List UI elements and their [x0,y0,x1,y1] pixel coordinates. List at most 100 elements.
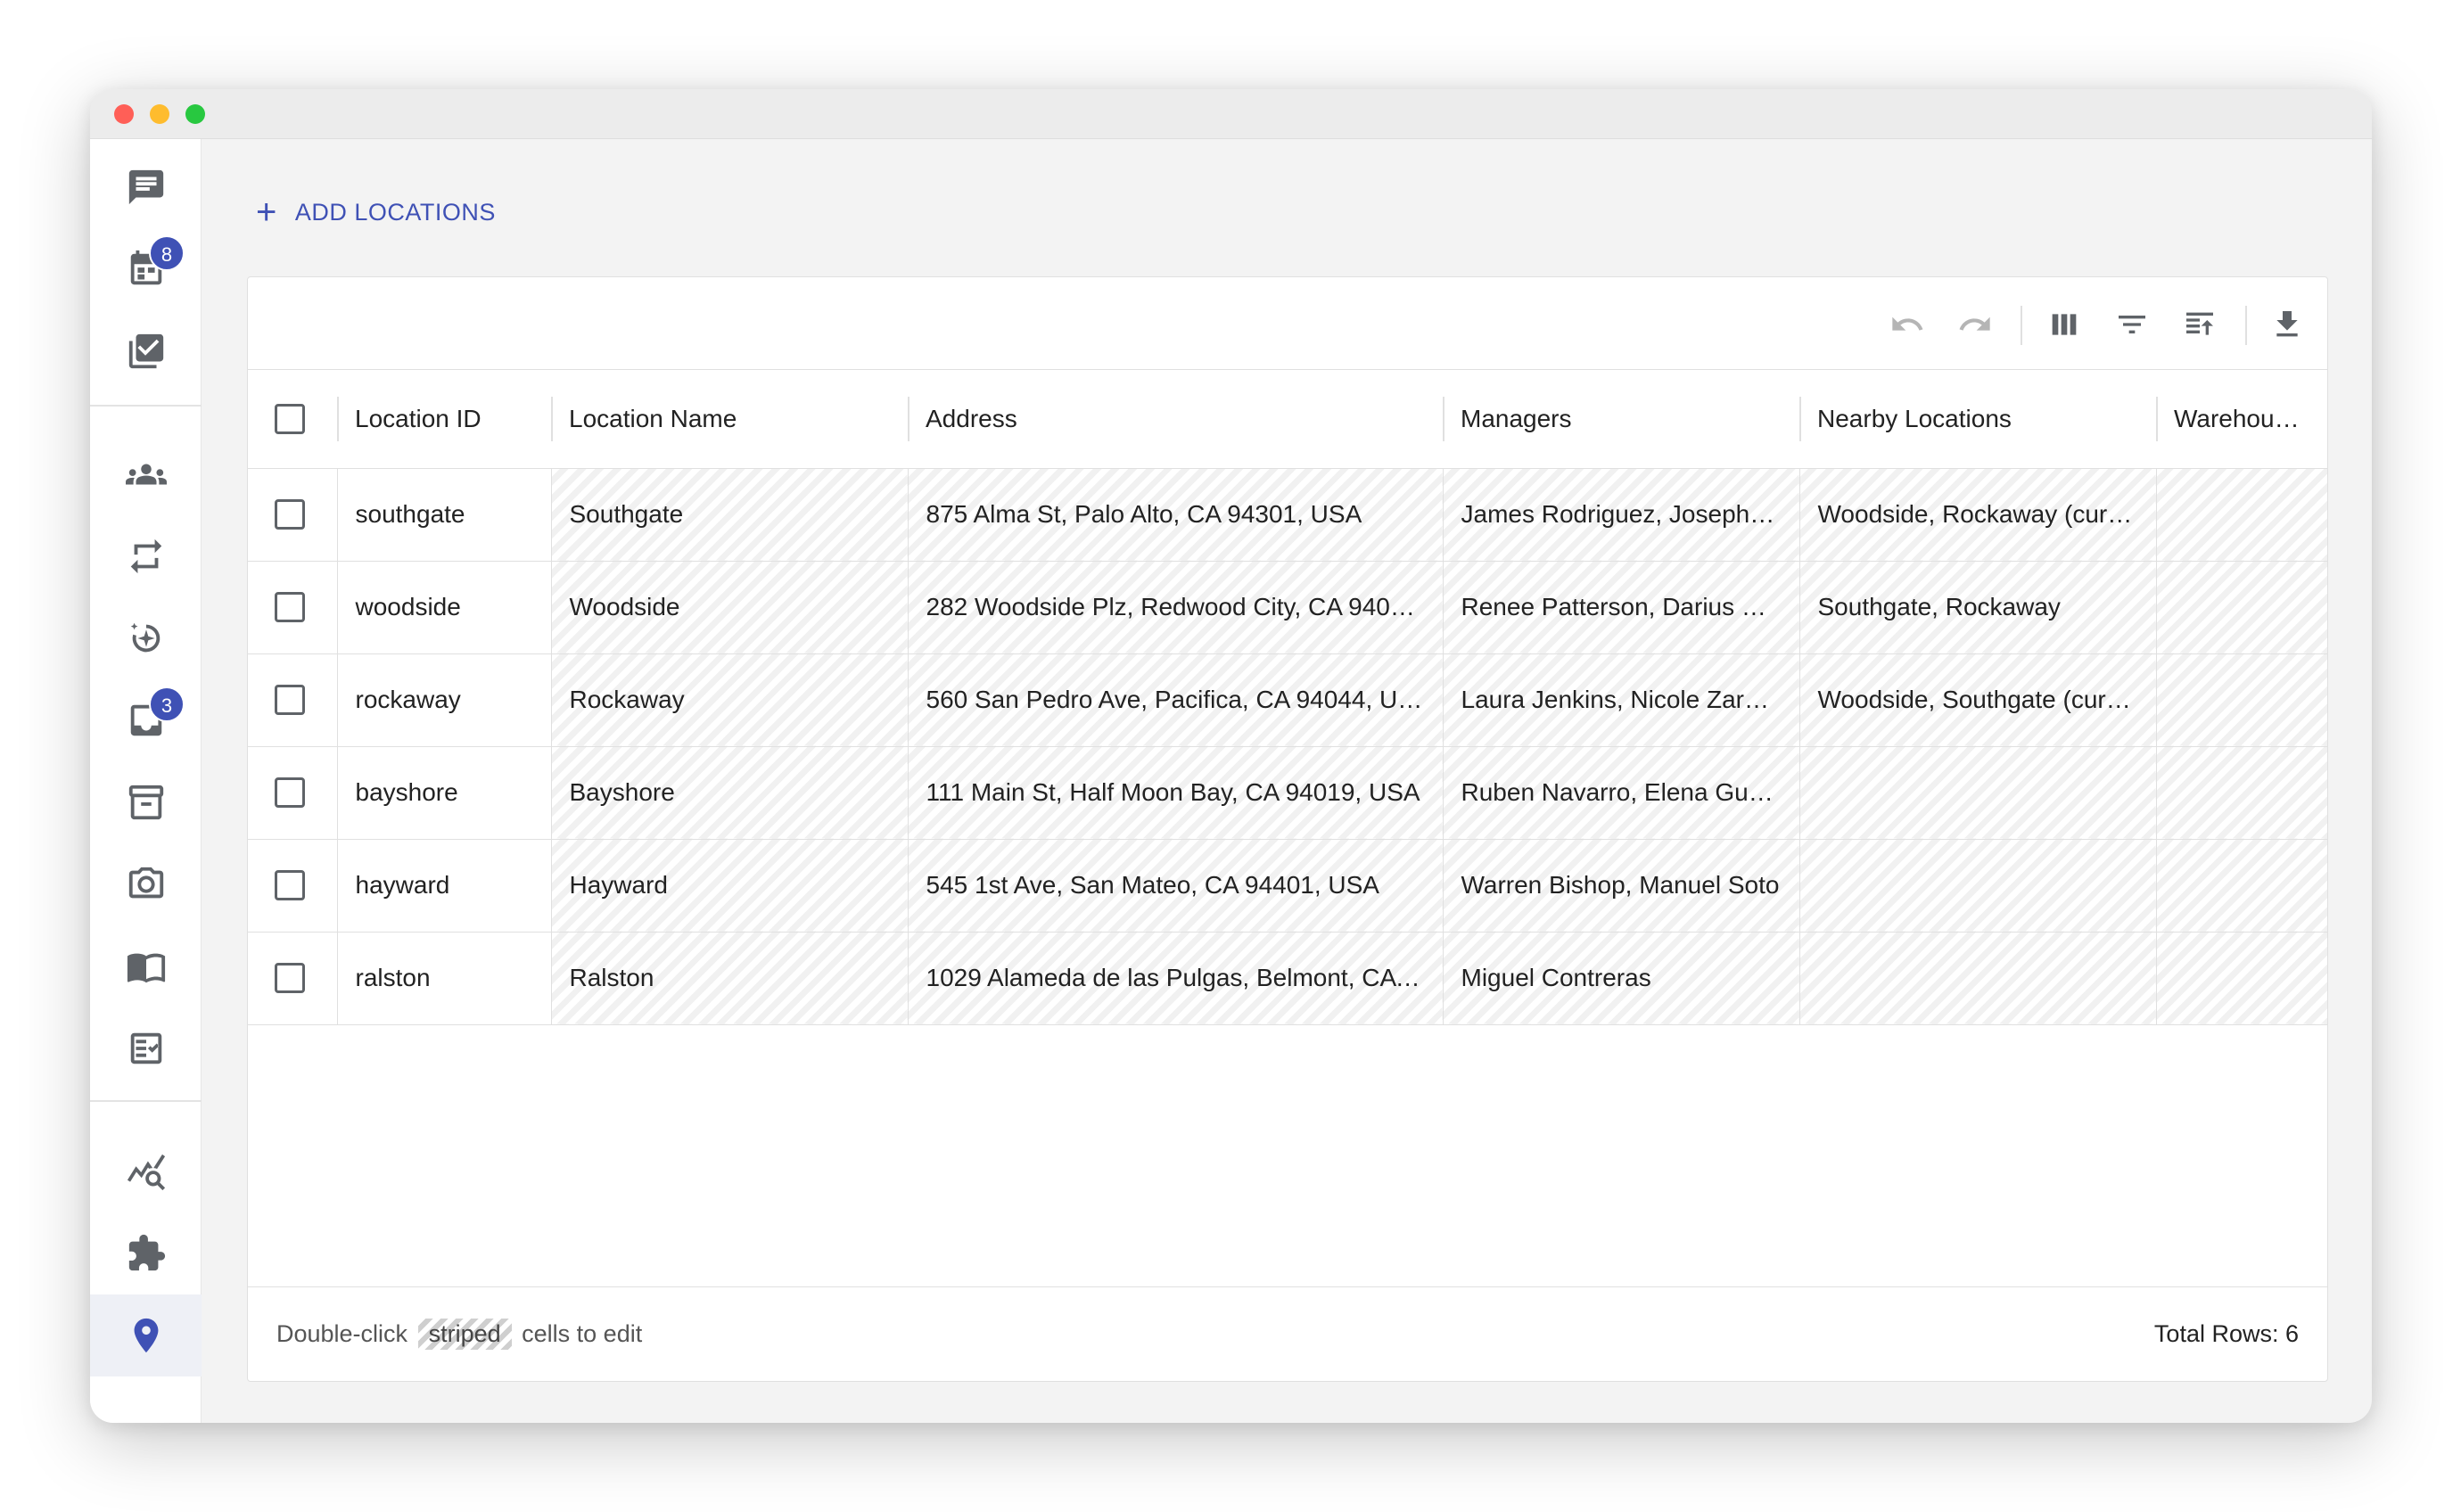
table-row[interactable]: rockaway Rockaway 560 San Pedro Ave, Pac… [248,653,2327,747]
cell-nearby-locations[interactable]: Southgate, Rockaway [1798,561,2156,654]
edit-hint-prefix: Double-click [276,1320,408,1347]
cell-managers[interactable]: Miguel Contreras [1442,932,1799,1025]
cell-address[interactable]: 560 San Pedro Ave, Pacifica, CA 94044, U… [907,653,1443,747]
cell-nearby-locations[interactable] [1798,839,2156,933]
column-header-address[interactable]: Address [908,370,1443,469]
sidebar: 8 3 [90,139,202,1423]
select-all-cell [248,370,337,469]
sidebar-item-forms[interactable] [90,1007,202,1089]
cell-nearby-locations[interactable] [1798,746,2156,840]
table-row[interactable]: southgate Southgate 875 Alma St, Palo Al… [248,468,2327,562]
sidebar-divider [90,1100,202,1102]
camera-icon [128,867,163,899]
sidebar-item-extensions[interactable] [90,1212,202,1294]
table-row[interactable]: hayward Hayward 545 1st Ave, San Mateo, … [248,839,2327,933]
row-select-cell [248,468,337,562]
density-button[interactable] [2179,304,2220,345]
column-header-location-id[interactable]: Location ID [337,370,551,469]
cell-managers[interactable]: James Rodriguez, Joseph … [1442,468,1799,562]
sidebar-item-analytics[interactable] [90,1130,202,1212]
sidebar-item-schedule[interactable]: 8 [90,228,202,310]
row-checkbox[interactable] [275,685,305,716]
minimize-window-button[interactable] [150,104,169,124]
column-header-managers[interactable]: Managers [1443,370,1799,469]
grid-toolbar [248,277,2327,370]
column-header-warehouses[interactable]: Warehouses [2156,370,2327,469]
cell-address[interactable]: 875 Alma St, Palo Alto, CA 94301, USA [907,468,1443,562]
cell-location-name[interactable]: Rockaway [550,653,908,747]
select-all-checkbox[interactable] [275,404,305,435]
sidebar-item-book[interactable] [90,925,202,1007]
undo-icon [1892,316,1923,331]
table-row[interactable]: woodside Woodside 282 Woodside Plz, Redw… [248,561,2327,654]
cell-managers[interactable]: Ruben Navarro, Elena Guz… [1442,746,1799,840]
puzzle-icon [128,1234,165,1271]
grid-footer: Double-click striped cells to edit Total… [248,1286,2327,1381]
sidebar-item-camera[interactable] [90,843,202,925]
cell-warehouses[interactable] [2155,839,2327,933]
table-row[interactable]: bayshore Bayshore 111 Main St, Half Moon… [248,746,2327,840]
row-checkbox[interactable] [275,963,305,994]
cell-location-id: bayshore [336,746,551,840]
row-select-cell [248,561,337,654]
cell-nearby-locations[interactable]: Woodside, Rockaway (cura… [1798,468,2156,562]
cell-managers[interactable]: Warren Bishop, Manuel Soto [1442,839,1799,933]
row-checkbox[interactable] [275,870,305,901]
sidebar-item-archive[interactable] [90,761,202,843]
table-row[interactable]: ralston Ralston 1029 Alameda de las Pulg… [248,932,2327,1025]
row-select-cell [248,653,337,747]
columns-button[interactable] [2044,304,2085,345]
row-checkbox[interactable] [275,499,305,530]
cell-location-name[interactable]: Ralston [550,932,908,1025]
edit-hint: Double-click striped cells to edit [276,1319,642,1350]
cell-address[interactable]: 1029 Alameda de las Pulgas, Belmont, CA … [907,932,1443,1025]
form-icon [130,1032,161,1064]
cell-address[interactable]: 545 1st Ave, San Mateo, CA 94401, USA [907,839,1443,933]
cell-nearby-locations[interactable] [1798,932,2156,1025]
sidebar-divider [90,405,202,407]
cell-nearby-locations[interactable]: Woodside, Southgate (cura… [1798,653,2156,747]
column-header-nearby-locations[interactable]: Nearby Locations [1799,370,2156,469]
redo-button[interactable] [1955,304,1996,345]
cell-warehouses[interactable] [2155,468,2327,562]
cell-warehouses[interactable] [2155,561,2327,654]
sidebar-item-people[interactable] [90,433,202,515]
sidebar-item-transfers[interactable] [90,515,202,597]
export-button[interactable] [2267,304,2308,345]
app-window: 8 3 + ADD LOCATIONS Location ID Location… [90,89,2372,1423]
sidebar-item-inbox[interactable]: 3 [90,679,202,761]
cell-managers[interactable]: Laura Jenkins, Nicole Zara… [1442,653,1799,747]
cell-address[interactable]: 111 Main St, Half Moon Bay, CA 94019, US… [907,746,1443,840]
sidebar-item-locations[interactable] [90,1294,202,1376]
row-select-cell [248,839,337,933]
cell-address[interactable]: 282 Woodside Plz, Redwood City, CA 9406… [907,561,1443,654]
add-locations-button[interactable]: + ADD LOCATIONS [256,189,496,235]
chat-icon [128,169,163,205]
cell-location-name[interactable]: Southgate [550,468,908,562]
cell-location-name[interactable]: Bayshore [550,746,908,840]
sidebar-item-insights[interactable] [90,597,202,679]
column-header-location-name[interactable]: Location Name [551,370,908,469]
cell-location-id: hayward [336,839,551,933]
cell-warehouses[interactable] [2155,746,2327,840]
sidebar-item-chat[interactable] [90,146,202,228]
cell-location-id: southgate [336,468,551,562]
close-window-button[interactable] [114,104,134,124]
cell-warehouses[interactable] [2155,653,2327,747]
cell-location-id: ralston [336,932,551,1025]
sidebar-item-checklist[interactable] [90,310,202,392]
cell-warehouses[interactable] [2155,932,2327,1025]
cell-location-name[interactable]: Hayward [550,839,908,933]
undo-button[interactable] [1887,304,1928,345]
filter-button[interactable] [2111,304,2152,345]
row-checkbox[interactable] [275,592,305,623]
locations-table: Location ID Location Name Address Manage… [248,370,2327,1025]
columns-icon [2052,314,2077,335]
cell-managers[interactable]: Renee Patterson, Darius Kim [1442,561,1799,654]
zoom-window-button[interactable] [185,104,205,124]
toolbar-separator [2021,306,2022,345]
row-checkbox[interactable] [275,777,305,809]
schedule-badge: 8 [149,235,185,271]
filter-icon [2119,316,2145,333]
cell-location-name[interactable]: Woodside [550,561,908,654]
